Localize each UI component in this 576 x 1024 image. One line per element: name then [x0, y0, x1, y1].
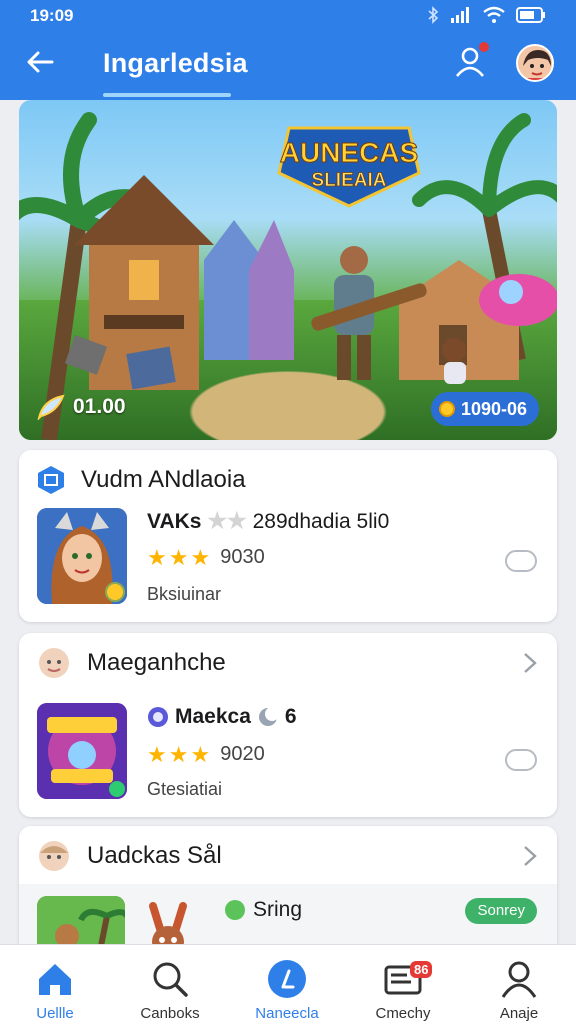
battery-icon — [516, 7, 545, 23]
notification-badge: 86 — [410, 961, 433, 978]
status-bar: 19:09 — [0, 0, 576, 30]
item-name: VAKs — [147, 510, 202, 533]
game-card-2[interactable]: Maeganhche Maekca 6 ★ ★ ★ 9020 Gtesiatia… — [19, 633, 557, 817]
status-pill[interactable]: Sonrey — [465, 898, 537, 924]
rating-value: 9020 — [220, 743, 265, 765]
game-thumbnail[interactable] — [37, 703, 127, 799]
hero-banner[interactable]: AUNECAS SLIEAIA 01.00 1090-06 — [19, 100, 557, 440]
hero-left-stat: 01.00 — [37, 390, 126, 424]
hero-right-value: 1090-06 — [460, 398, 527, 419]
gem-icon — [148, 707, 168, 727]
nav-item-music[interactable]: Naneecla — [232, 955, 342, 1023]
game-logo: AUNECAS SLIEAIA — [277, 126, 421, 208]
signal-icon — [451, 7, 469, 23]
avatar[interactable] — [516, 44, 554, 82]
music-icon — [268, 960, 306, 998]
item-title: VAKs ★★ 289dhadia 5li0 — [147, 510, 389, 534]
nav-label: Canboks — [140, 1005, 200, 1022]
feather-icon — [37, 394, 65, 420]
app-bar: 19:09 Ingarledsia — [0, 0, 576, 100]
item-name: Sring — [253, 898, 303, 921]
item-subtitle: Bksiuinar — [147, 584, 222, 604]
star-icon: ★ — [227, 508, 247, 533]
toolbar: Ingarledsia — [0, 40, 576, 90]
card-header: Uadckas Sål — [37, 838, 222, 874]
profile-icon — [501, 961, 537, 998]
notification-dot — [477, 40, 491, 54]
hexagon-icon — [38, 466, 64, 494]
toggle-switch[interactable] — [505, 749, 537, 771]
item-subtitle: Gtesiatiai — [147, 779, 223, 799]
chevron-right-icon[interactable] — [521, 844, 539, 868]
star-icon: ★ — [190, 741, 211, 767]
nav-item-search[interactable]: Canboks — [115, 955, 225, 1023]
card-heading: Maeganhche — [87, 649, 226, 676]
rating: ★ ★ ★ 9020 — [147, 743, 265, 766]
logo-line1: AUNECAS — [280, 137, 418, 168]
rating-value: 9030 — [220, 546, 265, 568]
nav-item-mail[interactable]: 86 Cmechy — [348, 955, 458, 1023]
card-heading: Uadckas Sål — [87, 842, 222, 869]
character-head-icon — [39, 648, 69, 678]
star-icon: ★ — [168, 741, 189, 767]
game-card-3[interactable]: Uadckas Sål Sring Sonrey — [19, 826, 557, 956]
game-card-1[interactable]: Vudm ANdlaoia VAKs ★★ 289dhadia 5li0 ★ ★… — [19, 450, 557, 622]
home-icon — [39, 964, 71, 995]
avatar-face-icon — [518, 46, 552, 80]
bluetooth-icon — [428, 6, 439, 24]
toggle-switch[interactable] — [505, 550, 537, 572]
list-item[interactable]: Sring Sonrey — [19, 884, 557, 956]
title-underline — [103, 93, 231, 97]
heroine-portrait-icon — [37, 508, 127, 604]
item-title: Sring — [225, 898, 302, 922]
card-header: Maeganhche — [37, 645, 226, 681]
nav-label: Anaje — [499, 1005, 539, 1022]
wifi-icon — [483, 6, 505, 23]
game-thumbnail[interactable] — [37, 508, 127, 604]
star-icon: ★ — [147, 544, 167, 570]
item-title-suffix: 289dhadia 5li0 — [252, 510, 390, 533]
star-icon: ★ — [207, 508, 228, 533]
coin-icon — [438, 401, 455, 417]
logo-line2: SLIEAIA — [312, 170, 387, 191]
bottom-navigation: Uellle Canboks Naneecla 86 Cmechy Anaje — [0, 944, 576, 1024]
chevron-right-icon[interactable] — [521, 651, 539, 675]
item-title-suffix: 6 — [284, 705, 297, 728]
hero-coin-badge[interactable]: 1090-06 — [430, 392, 539, 426]
search-icon — [153, 962, 188, 997]
item-title: Maekca 6 — [147, 705, 297, 729]
star-icon: ★ — [190, 544, 211, 570]
status-icons — [426, 6, 546, 24]
nav-label: Cmechy — [375, 1005, 431, 1022]
card-header: Vudm ANdlaoia — [37, 462, 246, 498]
puzzle-game-art-icon — [37, 703, 127, 799]
star-icon: ★ — [147, 741, 167, 767]
item-name: Maekca — [175, 705, 251, 728]
nav-label: Naneecla — [255, 1005, 319, 1022]
hero-left-value: 01.00 — [73, 395, 126, 418]
nav-item-home[interactable]: Uellle — [0, 955, 110, 1023]
nav-item-profile[interactable]: Anaje — [464, 955, 574, 1023]
character-head-icon — [39, 841, 69, 871]
back-arrow-icon[interactable] — [24, 46, 56, 78]
nav-label: Uellle — [36, 1005, 74, 1022]
rating: ★ ★ ★ 9030 — [147, 546, 265, 569]
star-icon: ★ — [168, 544, 189, 570]
page-title: Ingarledsia — [103, 48, 248, 78]
status-time: 19:09 — [30, 6, 74, 25]
online-dot-icon — [225, 900, 245, 920]
card-heading: Vudm ANdlaoia — [81, 466, 246, 493]
moon-icon — [258, 707, 279, 726]
